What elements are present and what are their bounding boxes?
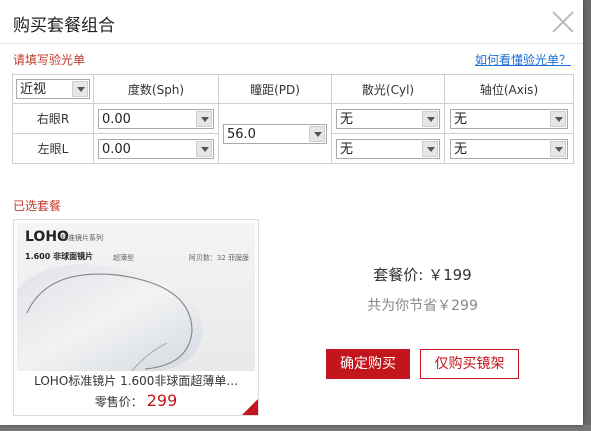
help-link[interactable]: 如何看懂验光单？: [475, 51, 571, 68]
right-eye-row: 右眼R 0.00 56.0 无 无: [12, 103, 574, 164]
backdrop-bottom: [0, 425, 591, 431]
left-axis-cell: 无: [444, 133, 574, 164]
vision-type-value: 近视: [20, 82, 47, 97]
header-axis: 轴位(Axis): [444, 74, 574, 104]
prescription-table: 近视 度数(Sph) 瞳距(PD) 散光(Cyl) 轴位(Axis) 右眼R 0…: [12, 74, 574, 164]
product-name[interactable]: LOHO标准镜片 1.600非球面超薄单...: [14, 372, 258, 389]
right-sph-value: 0.00: [102, 111, 131, 127]
right-axis-value: 无: [454, 111, 468, 127]
right-cyl-select[interactable]: 无: [336, 108, 440, 129]
product-image: LOHO 标准镜片系列 1.600 非球面镜片 超薄型 阿贝数：32 菲膜膜: [17, 223, 255, 371]
savings-text: 共为你节省￥299: [367, 298, 478, 314]
chevron-down-icon: [422, 110, 438, 127]
vision-type-cell: 近视: [12, 74, 94, 104]
package-section-label: 已选套餐: [13, 199, 62, 213]
header-cyl: 散光(Cyl): [331, 74, 445, 104]
right-sph-cell: 0.00: [93, 103, 219, 134]
pd-select[interactable]: 56.0: [223, 123, 327, 144]
pd-cell: 56.0: [218, 103, 332, 164]
header-sph: 度数(Sph): [93, 74, 219, 104]
right-eye-label: 右眼R: [12, 103, 94, 134]
retail-label: 零售价：: [94, 395, 143, 409]
pd-value: 56.0: [227, 126, 256, 142]
selected-corner-mark: [242, 399, 258, 415]
chevron-down-icon: [422, 140, 438, 157]
title-divider: [0, 43, 583, 44]
left-eye-label: 左眼L: [12, 133, 94, 164]
retail-price: 299: [146, 391, 178, 410]
purchase-package-dialog: 购买套餐组合 请填写验光单 如何看懂验光单？ 近视 度数(Sph) 瞳距(PD)…: [0, 0, 583, 425]
left-sph-select[interactable]: 0.00: [98, 138, 214, 159]
confirm-purchase-button[interactable]: 确定购买: [326, 349, 410, 379]
dialog-title: 购买套餐组合: [13, 16, 115, 36]
left-sph-value: 0.00: [102, 141, 131, 157]
header-pd: 瞳距(PD): [218, 74, 332, 104]
left-cyl-cell: 无: [331, 133, 445, 164]
rx-section-label: 请填写验光单: [13, 53, 86, 67]
chevron-down-icon: [72, 81, 88, 97]
package-card[interactable]: LOHO 标准镜片系列 1.600 非球面镜片 超薄型 阿贝数：32 菲膜膜 L…: [13, 219, 259, 416]
right-axis-select[interactable]: 无: [450, 108, 568, 129]
left-axis-value: 无: [454, 141, 468, 157]
retail-price-row: 零售价： 299: [14, 391, 258, 410]
right-sph-select[interactable]: 0.00: [98, 108, 214, 129]
left-sph-cell: 0.00: [93, 133, 219, 164]
close-icon[interactable]: [551, 10, 575, 34]
vision-type-select[interactable]: 近视: [16, 79, 90, 99]
right-cyl-value: 无: [340, 111, 354, 127]
right-cyl-cell: 无: [331, 103, 445, 134]
lens-illustration: [17, 264, 202, 371]
table-header-row: 近视 度数(Sph) 瞳距(PD) 散光(Cyl) 轴位(Axis): [12, 74, 574, 104]
package-price: 套餐价: ￥199: [373, 266, 472, 284]
chevron-down-icon: [550, 110, 566, 127]
chevron-down-icon: [309, 125, 325, 142]
left-cyl-value: 无: [340, 141, 354, 157]
backdrop-right: [583, 0, 591, 431]
right-axis-cell: 无: [444, 103, 574, 134]
chevron-down-icon: [196, 110, 212, 127]
left-axis-select[interactable]: 无: [450, 138, 568, 159]
chevron-down-icon: [550, 140, 566, 157]
chevron-down-icon: [196, 140, 212, 157]
left-cyl-select[interactable]: 无: [336, 138, 440, 159]
buy-frame-only-button[interactable]: 仅购买镜架: [420, 349, 519, 379]
